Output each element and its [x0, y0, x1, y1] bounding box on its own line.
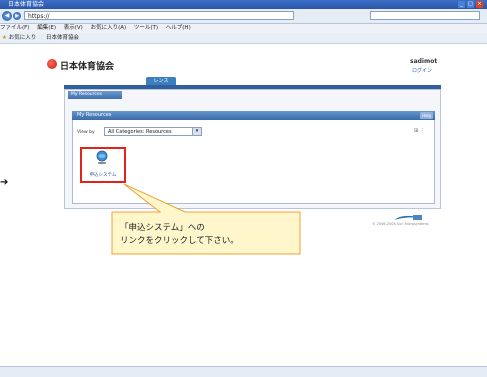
callout-line-1: 「申込システム」への	[120, 223, 205, 233]
callout-line-2: リンクをクリックして下さい。	[120, 236, 239, 246]
arrow-right-icon: ➔	[0, 177, 9, 188]
browser-status-bar	[0, 366, 487, 377]
callout-bubble	[111, 183, 301, 255]
callout-text: 「申込システム」への リンクをクリックして下さい。	[120, 222, 295, 248]
